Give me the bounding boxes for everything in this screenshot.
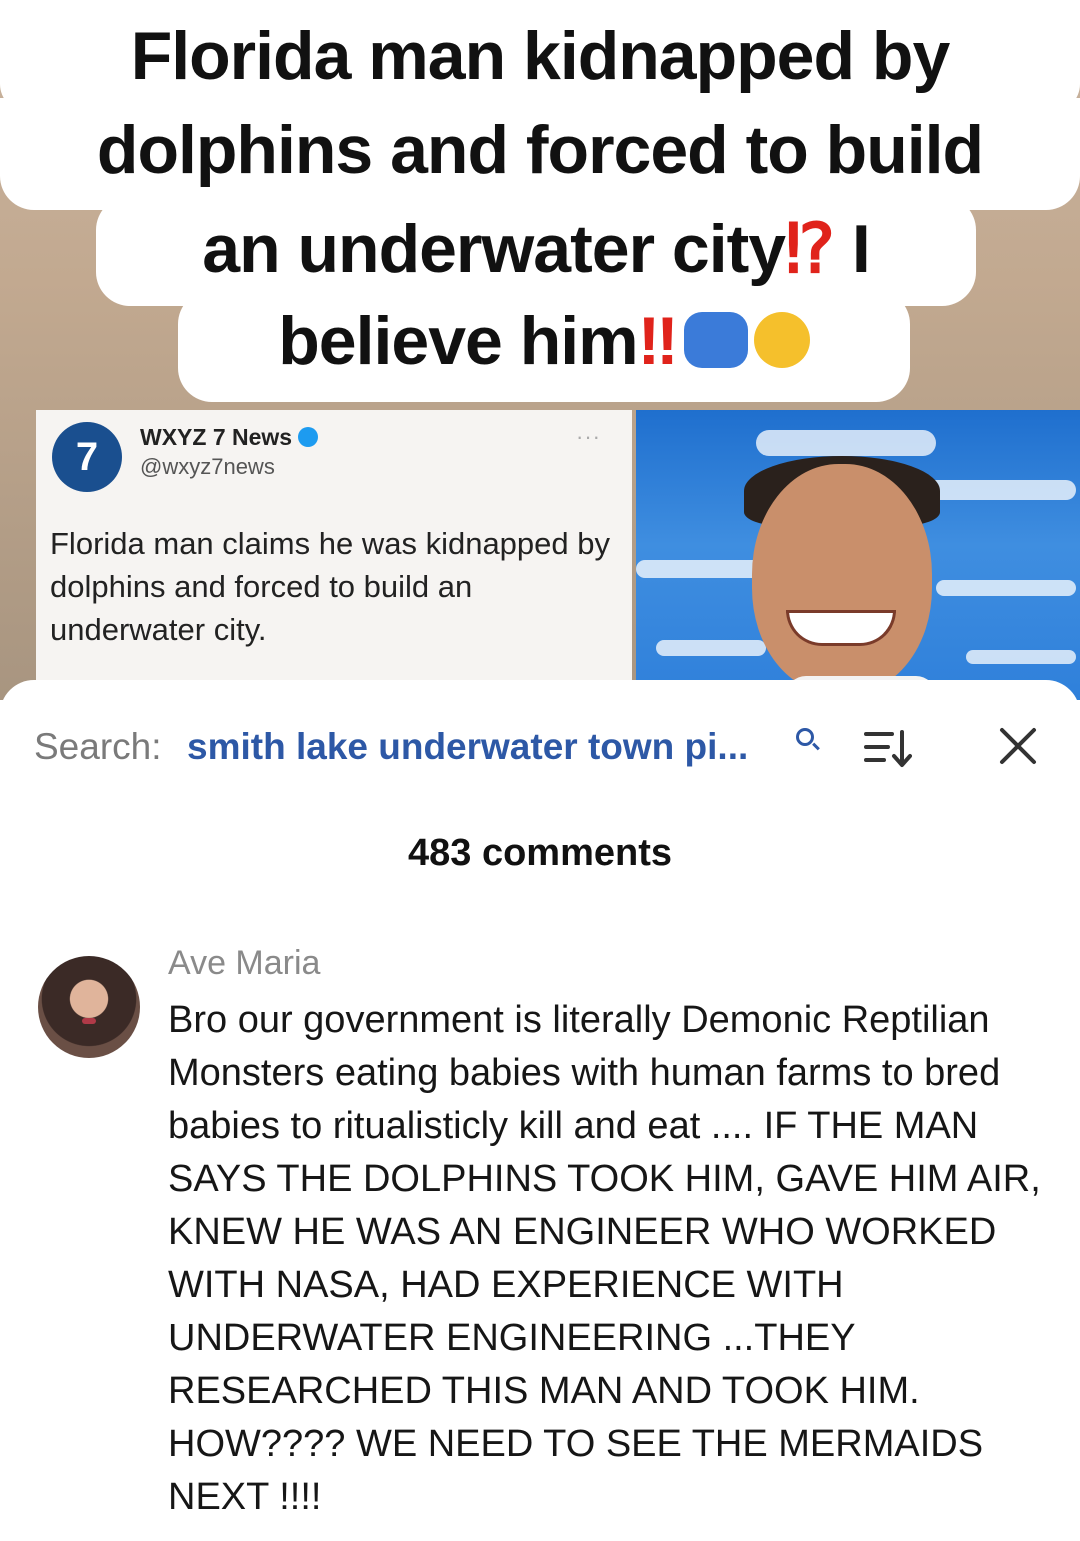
caption-line-4: believe him‼: [178, 290, 910, 402]
double-exclamation-emoji: ‼: [637, 303, 679, 379]
interrobang-emoji: ⁉: [785, 211, 835, 287]
verified-badge-icon: [298, 426, 319, 447]
tweet-handle: @wxyz7news: [140, 454, 275, 479]
comment-count: 483 comments: [407, 832, 672, 874]
search-query-link[interactable]: smith lake underwater town pi...: [187, 726, 748, 768]
search-icon[interactable]: [796, 728, 814, 746]
search-bar[interactable]: Search: smith lake underwater town pi...: [34, 724, 1044, 774]
tweet-account-name: WXYZ 7 News: [140, 424, 319, 451]
more-icon: ···: [576, 424, 601, 449]
caption-text: Florida man kidnapped by: [130, 18, 951, 94]
close-icon[interactable]: [996, 724, 1040, 768]
search-label: Search:: [34, 726, 162, 767]
caption-text: I: [833, 211, 871, 287]
video-player[interactable]: Florida man kidnapped by dolphins and fo…: [0, 0, 1080, 700]
man-photo: [636, 410, 1080, 700]
caption-text: dolphins and forced to build: [96, 112, 984, 188]
search-overlay-icon[interactable]: [972, 58, 1016, 102]
comment-text: Bro our government is literally Demonic …: [168, 999, 1041, 1518]
face-with-tears-of-joy-emoji: [753, 312, 810, 369]
tweet-text: Florida man claims he was kidnapped by d…: [50, 526, 610, 647]
avatar[interactable]: [38, 956, 140, 1058]
caption-text: an underwater city: [202, 211, 786, 287]
man-shrugging-emoji: [683, 312, 748, 369]
caption-text: believe him: [278, 303, 638, 379]
comments-sheet: Search: smith lake underwater town pi...…: [0, 680, 1080, 1541]
wxyz-logo: 7: [52, 422, 122, 492]
tweet-name-text: WXYZ 7 News: [140, 424, 293, 450]
caption-line-1: Florida man kidnapped by: [0, 0, 1080, 112]
comment-author[interactable]: Ave Maria: [168, 944, 320, 983]
tweet-screenshot: 7 WXYZ 7 News @wxyz7news ··· Florida man…: [36, 410, 632, 700]
sort-icon[interactable]: [864, 728, 912, 768]
caption-line-2: dolphins and forced to build: [0, 98, 1080, 210]
